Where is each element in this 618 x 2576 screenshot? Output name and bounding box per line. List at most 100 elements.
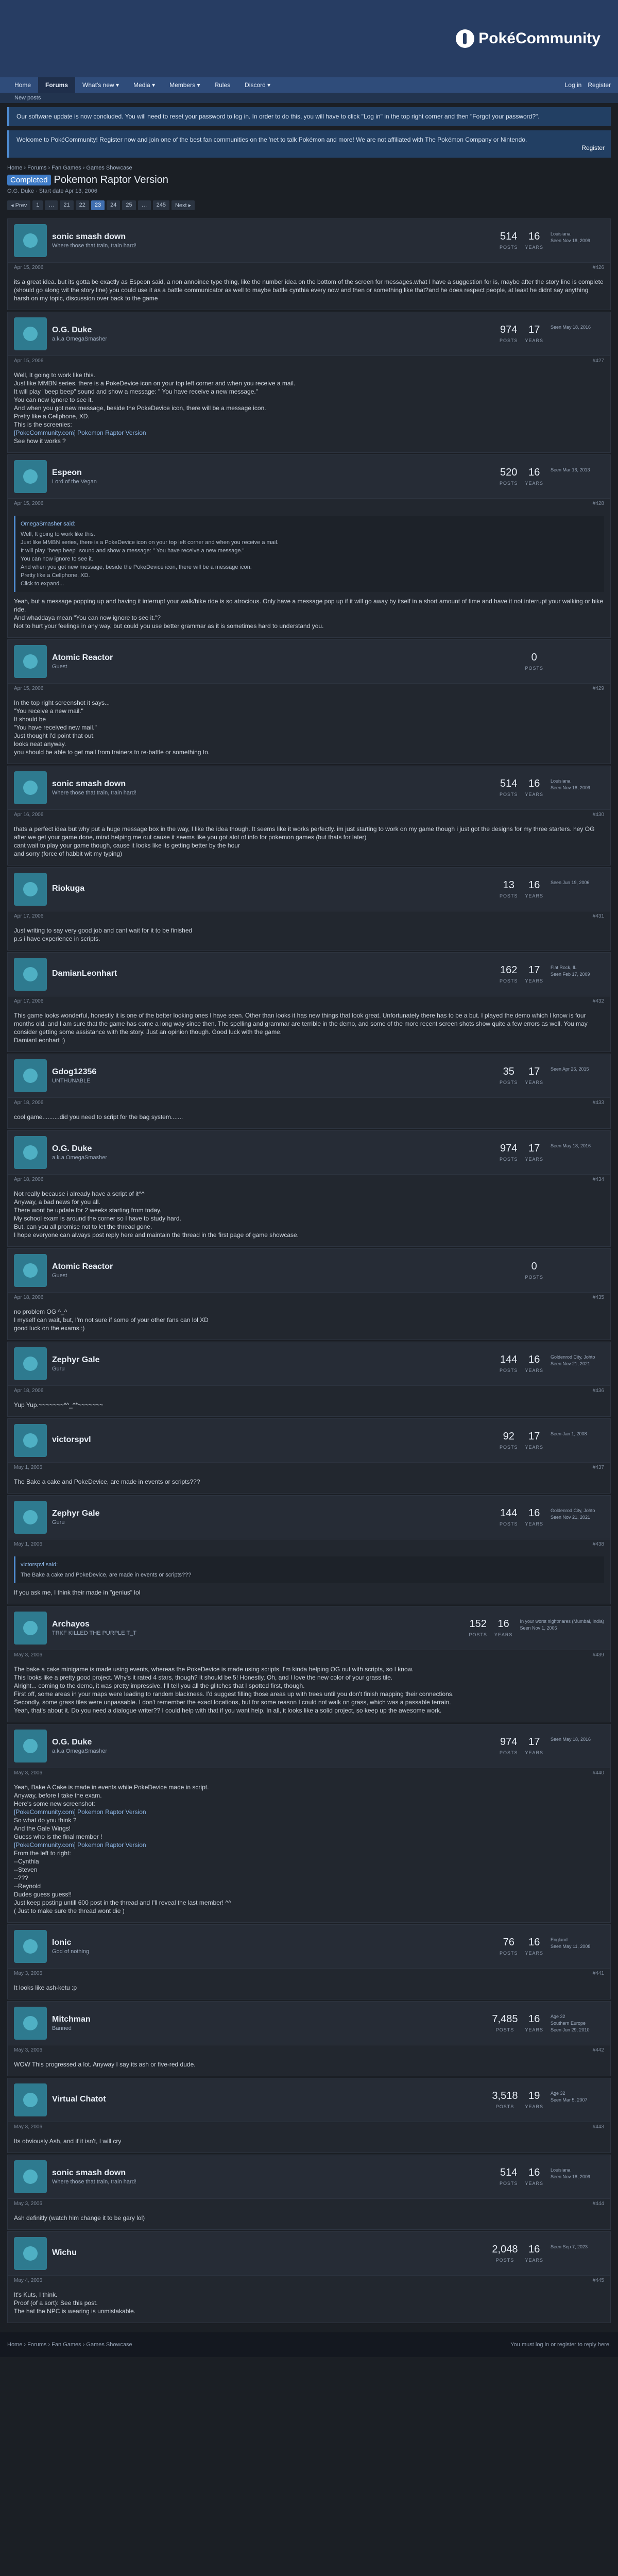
- notice-register-button[interactable]: Register: [581, 144, 605, 152]
- post-number[interactable]: #433: [593, 1100, 604, 1106]
- username[interactable]: O.G. Duke: [52, 1738, 107, 1747]
- username[interactable]: sonic smash down: [52, 232, 136, 242]
- username[interactable]: Gdog12356: [52, 1067, 96, 1077]
- avatar[interactable]: [14, 1612, 47, 1645]
- avatar[interactable]: [14, 224, 47, 257]
- post-number[interactable]: #428: [593, 501, 604, 506]
- avatar[interactable]: [14, 1059, 47, 1092]
- page-link[interactable]: 245: [152, 200, 169, 210]
- post-number[interactable]: #444: [593, 2201, 604, 2207]
- nav-members[interactable]: Members ▾: [162, 77, 207, 93]
- avatar[interactable]: [14, 958, 47, 991]
- post-number[interactable]: #431: [593, 913, 604, 919]
- username[interactable]: O.G. Duke: [52, 326, 107, 335]
- page-link[interactable]: 21: [60, 200, 74, 210]
- post-number[interactable]: #441: [593, 1971, 604, 1976]
- register-link[interactable]: Register: [588, 81, 611, 89]
- username[interactable]: Virtual Chatot: [52, 2095, 106, 2104]
- post-date[interactable]: May 3, 2006: [14, 2201, 42, 2207]
- avatar[interactable]: [14, 1347, 47, 1380]
- post-number[interactable]: #440: [593, 1770, 604, 1776]
- post-number[interactable]: #436: [593, 1388, 604, 1394]
- post-date[interactable]: Apr 15, 2006: [14, 501, 43, 506]
- avatar[interactable]: [14, 2160, 47, 2193]
- new-posts-link[interactable]: New posts: [14, 95, 41, 101]
- avatar[interactable]: [14, 1136, 47, 1169]
- post-number[interactable]: #426: [593, 265, 604, 270]
- post-date[interactable]: May 1, 2006: [14, 1465, 42, 1470]
- page-link[interactable]: ◂ Prev: [7, 200, 31, 210]
- quote-author[interactable]: OmegaSmasher said:: [21, 520, 599, 528]
- post-date[interactable]: Apr 17, 2006: [14, 913, 43, 919]
- avatar[interactable]: [14, 1424, 47, 1457]
- post-date[interactable]: Apr 15, 2006: [14, 686, 43, 691]
- post-date[interactable]: Apr 18, 2006: [14, 1295, 43, 1300]
- breadcrumb[interactable]: Home › Forums › Fan Games › Games Showca…: [7, 165, 611, 171]
- avatar[interactable]: [14, 1501, 47, 1534]
- post-date[interactable]: May 1, 2006: [14, 1541, 42, 1547]
- post-number[interactable]: #443: [593, 2124, 604, 2130]
- post-date[interactable]: Apr 17, 2006: [14, 998, 43, 1004]
- nav-home[interactable]: Home: [7, 77, 38, 93]
- avatar[interactable]: [14, 1254, 47, 1287]
- post-date[interactable]: Apr 15, 2006: [14, 358, 43, 364]
- page-link[interactable]: 1: [32, 200, 43, 210]
- page-link[interactable]: Next ▸: [171, 200, 195, 210]
- avatar[interactable]: [14, 873, 47, 906]
- post-number[interactable]: #434: [593, 1177, 604, 1182]
- avatar[interactable]: [14, 645, 47, 678]
- post-date[interactable]: Apr 16, 2006: [14, 812, 43, 818]
- post-date[interactable]: May 3, 2006: [14, 2047, 42, 2053]
- username[interactable]: Ionic: [52, 1938, 89, 1947]
- username[interactable]: Mitchman: [52, 2015, 91, 2024]
- post-number[interactable]: #437: [593, 1465, 604, 1470]
- avatar[interactable]: [14, 2083, 47, 2116]
- post-number[interactable]: #430: [593, 812, 604, 818]
- avatar[interactable]: [14, 2007, 47, 2040]
- page-link[interactable]: 23: [91, 200, 105, 210]
- post-number[interactable]: #435: [593, 1295, 604, 1300]
- avatar[interactable]: [14, 1930, 47, 1963]
- post-date[interactable]: May 4, 2006: [14, 2278, 42, 2283]
- post-date[interactable]: Apr 18, 2006: [14, 1177, 43, 1182]
- nav-discord[interactable]: Discord ▾: [237, 77, 278, 93]
- page-link[interactable]: 24: [107, 200, 121, 210]
- username[interactable]: Atomic Reactor: [52, 1262, 113, 1272]
- post-number[interactable]: #427: [593, 358, 604, 364]
- username[interactable]: sonic smash down: [52, 2168, 136, 2178]
- nav-forums[interactable]: Forums: [38, 77, 76, 93]
- nav-media[interactable]: Media ▾: [126, 77, 162, 93]
- avatar[interactable]: [14, 317, 47, 350]
- login-link[interactable]: Log in: [565, 81, 582, 89]
- username[interactable]: Archayos: [52, 1620, 136, 1629]
- username[interactable]: Wichu: [52, 2248, 77, 2258]
- username[interactable]: O.G. Duke: [52, 1144, 107, 1154]
- page-link[interactable]: 22: [75, 200, 89, 210]
- username[interactable]: Espeon: [52, 468, 97, 478]
- post-number[interactable]: #439: [593, 1652, 604, 1658]
- username[interactable]: sonic smash down: [52, 779, 136, 789]
- nav-whats-new[interactable]: What's new ▾: [75, 77, 126, 93]
- username[interactable]: Atomic Reactor: [52, 653, 113, 663]
- quote-author[interactable]: victorspvl said:: [21, 1561, 599, 1569]
- nav-rules[interactable]: Rules: [207, 77, 237, 93]
- post-date[interactable]: May 3, 2006: [14, 2124, 42, 2130]
- username[interactable]: DamianLeonhart: [52, 969, 117, 978]
- post-date[interactable]: May 3, 2006: [14, 1971, 42, 1976]
- page-link[interactable]: …: [45, 200, 58, 210]
- avatar[interactable]: [14, 1730, 47, 1762]
- post-date[interactable]: Apr 18, 2006: [14, 1100, 43, 1106]
- avatar[interactable]: [14, 2237, 47, 2270]
- username[interactable]: Riokuga: [52, 884, 84, 893]
- username[interactable]: Zephyr Gale: [52, 1509, 99, 1518]
- page-link[interactable]: 25: [122, 200, 136, 210]
- post-number[interactable]: #429: [593, 686, 604, 691]
- page-link[interactable]: …: [138, 200, 151, 210]
- post-number[interactable]: #445: [593, 2278, 604, 2283]
- post-number[interactable]: #438: [593, 1541, 604, 1547]
- footer-breadcrumb[interactable]: Home › Forums › Fan Games › Games Showca…: [7, 2342, 132, 2348]
- brand-logo[interactable]: PokéCommunity: [456, 29, 600, 48]
- post-date[interactable]: May 3, 2006: [14, 1652, 42, 1658]
- username[interactable]: Zephyr Gale: [52, 1355, 99, 1365]
- post-date[interactable]: Apr 18, 2006: [14, 1388, 43, 1394]
